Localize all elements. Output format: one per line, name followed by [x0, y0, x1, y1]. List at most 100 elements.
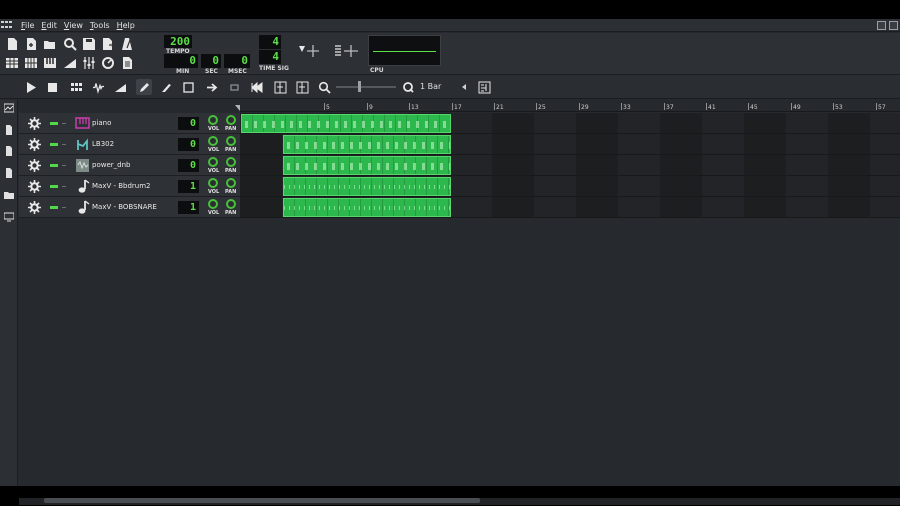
- computer-icon[interactable]: [4, 212, 14, 222]
- quantize-select[interactable]: 1 Bar: [420, 81, 468, 93]
- track-header[interactable]: LB302 0 VOL PAN: [19, 134, 240, 155]
- mute-toggle[interactable]: [50, 143, 58, 146]
- volume-knob[interactable]: [208, 157, 218, 167]
- volume-knob[interactable]: [208, 199, 218, 209]
- play-button[interactable]: [22, 79, 38, 95]
- pattern-clip[interactable]: [283, 177, 451, 196]
- track-name[interactable]: piano: [92, 119, 111, 127]
- track-lane[interactable]: [240, 197, 900, 218]
- piano-roll-button[interactable]: [42, 55, 58, 71]
- pan-knob[interactable]: [226, 157, 236, 167]
- instrument-note-icon[interactable]: [75, 200, 90, 215]
- volume-knob[interactable]: [208, 115, 218, 125]
- quantize-dropdown-arrow-icon[interactable]: [462, 84, 466, 90]
- home-folder-icon[interactable]: [4, 190, 14, 200]
- export-project-button[interactable]: [100, 36, 116, 52]
- track-lane[interactable]: [240, 134, 900, 155]
- pattern-clip[interactable]: [283, 135, 451, 154]
- zoom-slider-track[interactable]: [336, 86, 396, 88]
- track-header[interactable]: piano 0 VOL PAN: [19, 113, 240, 134]
- horizontal-scrollbar[interactable]: [19, 498, 900, 505]
- fx-channel-display[interactable]: 0: [178, 117, 199, 130]
- gear-icon[interactable]: [28, 138, 41, 151]
- new-project-button[interactable]: [4, 36, 20, 52]
- menu-file[interactable]: File: [21, 19, 34, 32]
- app-menu-icon[interactable]: [1, 20, 12, 30]
- stop-behaviour-button[interactable]: [248, 79, 264, 95]
- track-lane[interactable]: [240, 176, 900, 197]
- draw-mode-button[interactable]: [136, 79, 152, 95]
- pan-knob[interactable]: [226, 115, 236, 125]
- controller-rack-button[interactable]: [100, 55, 116, 71]
- mute-toggle[interactable]: [50, 206, 58, 209]
- pan-knob[interactable]: [226, 178, 236, 188]
- loop-points-button[interactable]: [226, 79, 242, 95]
- time-sig-numerator[interactable]: 4: [259, 35, 281, 49]
- track-name[interactable]: MaxV - BOBSNARE: [92, 203, 157, 211]
- track-lane[interactable]: [240, 113, 900, 134]
- auto-scroll-button[interactable]: [204, 79, 220, 95]
- track-header[interactable]: power_dnb 0 VOL PAN: [19, 155, 240, 176]
- project-notes-button[interactable]: [119, 55, 135, 71]
- pattern-clip[interactable]: [241, 114, 451, 133]
- volume-knob[interactable]: [208, 178, 218, 188]
- stop-button[interactable]: [44, 79, 60, 95]
- gear-icon[interactable]: [28, 117, 41, 130]
- timeline-ruler[interactable]: 5913172125293337414549535761: [240, 100, 900, 112]
- track-header[interactable]: MaxV - BOBSNARE 1 VOL PAN: [19, 197, 240, 218]
- open-project-button[interactable]: [42, 36, 58, 52]
- track-lane[interactable]: [240, 155, 900, 176]
- pan-knob[interactable]: [226, 136, 236, 146]
- gear-icon[interactable]: [28, 201, 41, 214]
- metronome-button[interactable]: [119, 36, 135, 52]
- automation-editor-button[interactable]: [62, 55, 78, 71]
- remove-bar-button[interactable]: [294, 79, 310, 95]
- solo-toggle[interactable]: [62, 186, 66, 187]
- recent-projects-button[interactable]: [62, 36, 78, 52]
- my-presets-icon[interactable]: [4, 168, 14, 178]
- instrument-plugins-icon[interactable]: [4, 103, 14, 113]
- mute-toggle[interactable]: [50, 185, 58, 188]
- track-name[interactable]: MaxV - Bbdrum2: [92, 182, 151, 190]
- menu-view[interactable]: View: [64, 19, 83, 32]
- track-name[interactable]: power_dnb: [92, 161, 130, 169]
- master-volume-slider[interactable]: [296, 43, 320, 59]
- zoom-button[interactable]: [316, 79, 332, 95]
- select-mode-button[interactable]: [180, 79, 196, 95]
- instrument-note-icon[interactable]: [75, 179, 90, 194]
- snap-toggle-button[interactable]: [476, 79, 492, 95]
- fx-channel-display[interactable]: 1: [178, 201, 199, 214]
- instrument-piano-icon[interactable]: [75, 116, 90, 131]
- beat-editor-button[interactable]: [23, 55, 39, 71]
- mute-toggle[interactable]: [50, 122, 58, 125]
- instrument-sample-icon[interactable]: [75, 158, 90, 173]
- fx-channel-display[interactable]: 0: [178, 138, 199, 151]
- insert-bar-button[interactable]: [272, 79, 288, 95]
- close-window-button[interactable]: [889, 21, 898, 30]
- pan-knob[interactable]: [226, 199, 236, 209]
- knife-mode-button[interactable]: [158, 79, 174, 95]
- zoom-slider-handle[interactable]: [358, 81, 361, 92]
- mute-toggle[interactable]: [50, 164, 58, 167]
- new-from-template-button[interactable]: [23, 36, 39, 52]
- tempo-display[interactable]: 200: [164, 35, 192, 48]
- solo-toggle[interactable]: [62, 207, 66, 208]
- add-beat-track-button[interactable]: [68, 79, 84, 95]
- volume-knob[interactable]: [208, 136, 218, 146]
- my-projects-icon[interactable]: [4, 125, 14, 135]
- pattern-clip[interactable]: [283, 156, 451, 175]
- gear-icon[interactable]: [28, 159, 41, 172]
- menu-help[interactable]: Help: [117, 19, 135, 32]
- menu-tools[interactable]: Tools: [90, 19, 110, 32]
- menu-edit[interactable]: Edit: [41, 19, 57, 32]
- mixer-button[interactable]: [81, 55, 97, 71]
- time-sig-denominator[interactable]: 4: [259, 50, 281, 64]
- solo-toggle[interactable]: [62, 165, 66, 166]
- my-samples-icon[interactable]: [4, 146, 14, 156]
- solo-toggle[interactable]: [62, 144, 66, 145]
- pattern-clip[interactable]: [283, 198, 451, 217]
- track-name[interactable]: LB302: [92, 140, 114, 148]
- master-pitch-slider[interactable]: [333, 43, 359, 59]
- instrument-lb302-icon[interactable]: [75, 137, 90, 152]
- add-sample-track-button[interactable]: [90, 79, 106, 95]
